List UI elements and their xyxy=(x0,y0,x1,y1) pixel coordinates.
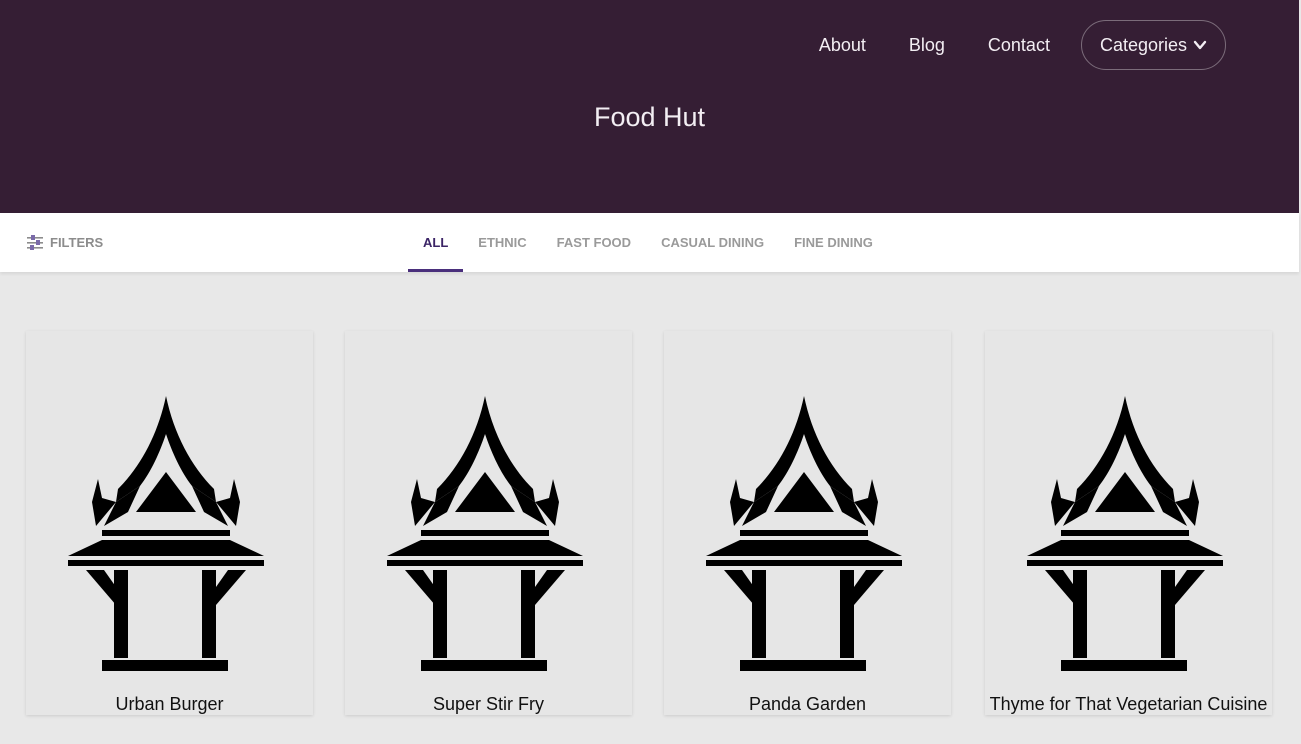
top-nav: About Blog Contact Categories xyxy=(819,20,1226,70)
restaurant-name: Panda Garden xyxy=(748,694,867,714)
category-tabs: ALL ETHNIC FAST FOOD CASUAL DINING FINE … xyxy=(408,213,888,272)
filters-label: FILTERS xyxy=(50,234,104,250)
filter-bar: FILTERS ALL ETHNIC FAST FOOD CASUAL DINI… xyxy=(0,213,1299,272)
restaurant-name: Thyme for That Vegetarian Cuisine xyxy=(989,694,1268,714)
restaurant-card[interactable]: Super Stir Fry xyxy=(345,331,632,715)
restaurant-name: Super Stir Fry xyxy=(432,694,545,714)
tab-ethnic[interactable]: ETHNIC xyxy=(463,213,541,272)
categories-dropdown-button[interactable]: Categories xyxy=(1080,20,1226,70)
tab-fast-food[interactable]: FAST FOOD xyxy=(542,213,646,272)
tab-fine-dining[interactable]: FINE DINING xyxy=(779,213,888,272)
filters-button[interactable]: FILTERS xyxy=(26,234,103,250)
pavilion-icon xyxy=(1027,396,1223,671)
tab-casual-dining[interactable]: CASUAL DINING xyxy=(646,213,779,272)
nav-link-about[interactable]: About xyxy=(819,35,866,56)
categories-label: Categories xyxy=(1099,34,1187,55)
tab-all[interactable]: ALL xyxy=(408,213,464,272)
restaurant-name: Urban Burger xyxy=(115,694,224,714)
pavilion-icon xyxy=(68,396,264,671)
sliders-icon xyxy=(27,235,43,250)
nav-link-blog[interactable]: Blog xyxy=(909,35,945,56)
pavilion-icon xyxy=(387,396,583,671)
site-title: Food Hut xyxy=(593,102,706,132)
site-header: About Blog Contact Categories Food Hut xyxy=(0,0,1299,213)
pavilion-icon xyxy=(706,396,902,671)
nav-link-contact[interactable]: Contact xyxy=(988,35,1050,56)
restaurant-card[interactable]: Urban Burger xyxy=(26,331,313,715)
restaurant-card[interactable]: Panda Garden xyxy=(664,331,951,715)
chevron-down-icon xyxy=(1193,40,1207,50)
restaurant-card[interactable]: Thyme for That Vegetarian Cuisine xyxy=(985,331,1272,715)
